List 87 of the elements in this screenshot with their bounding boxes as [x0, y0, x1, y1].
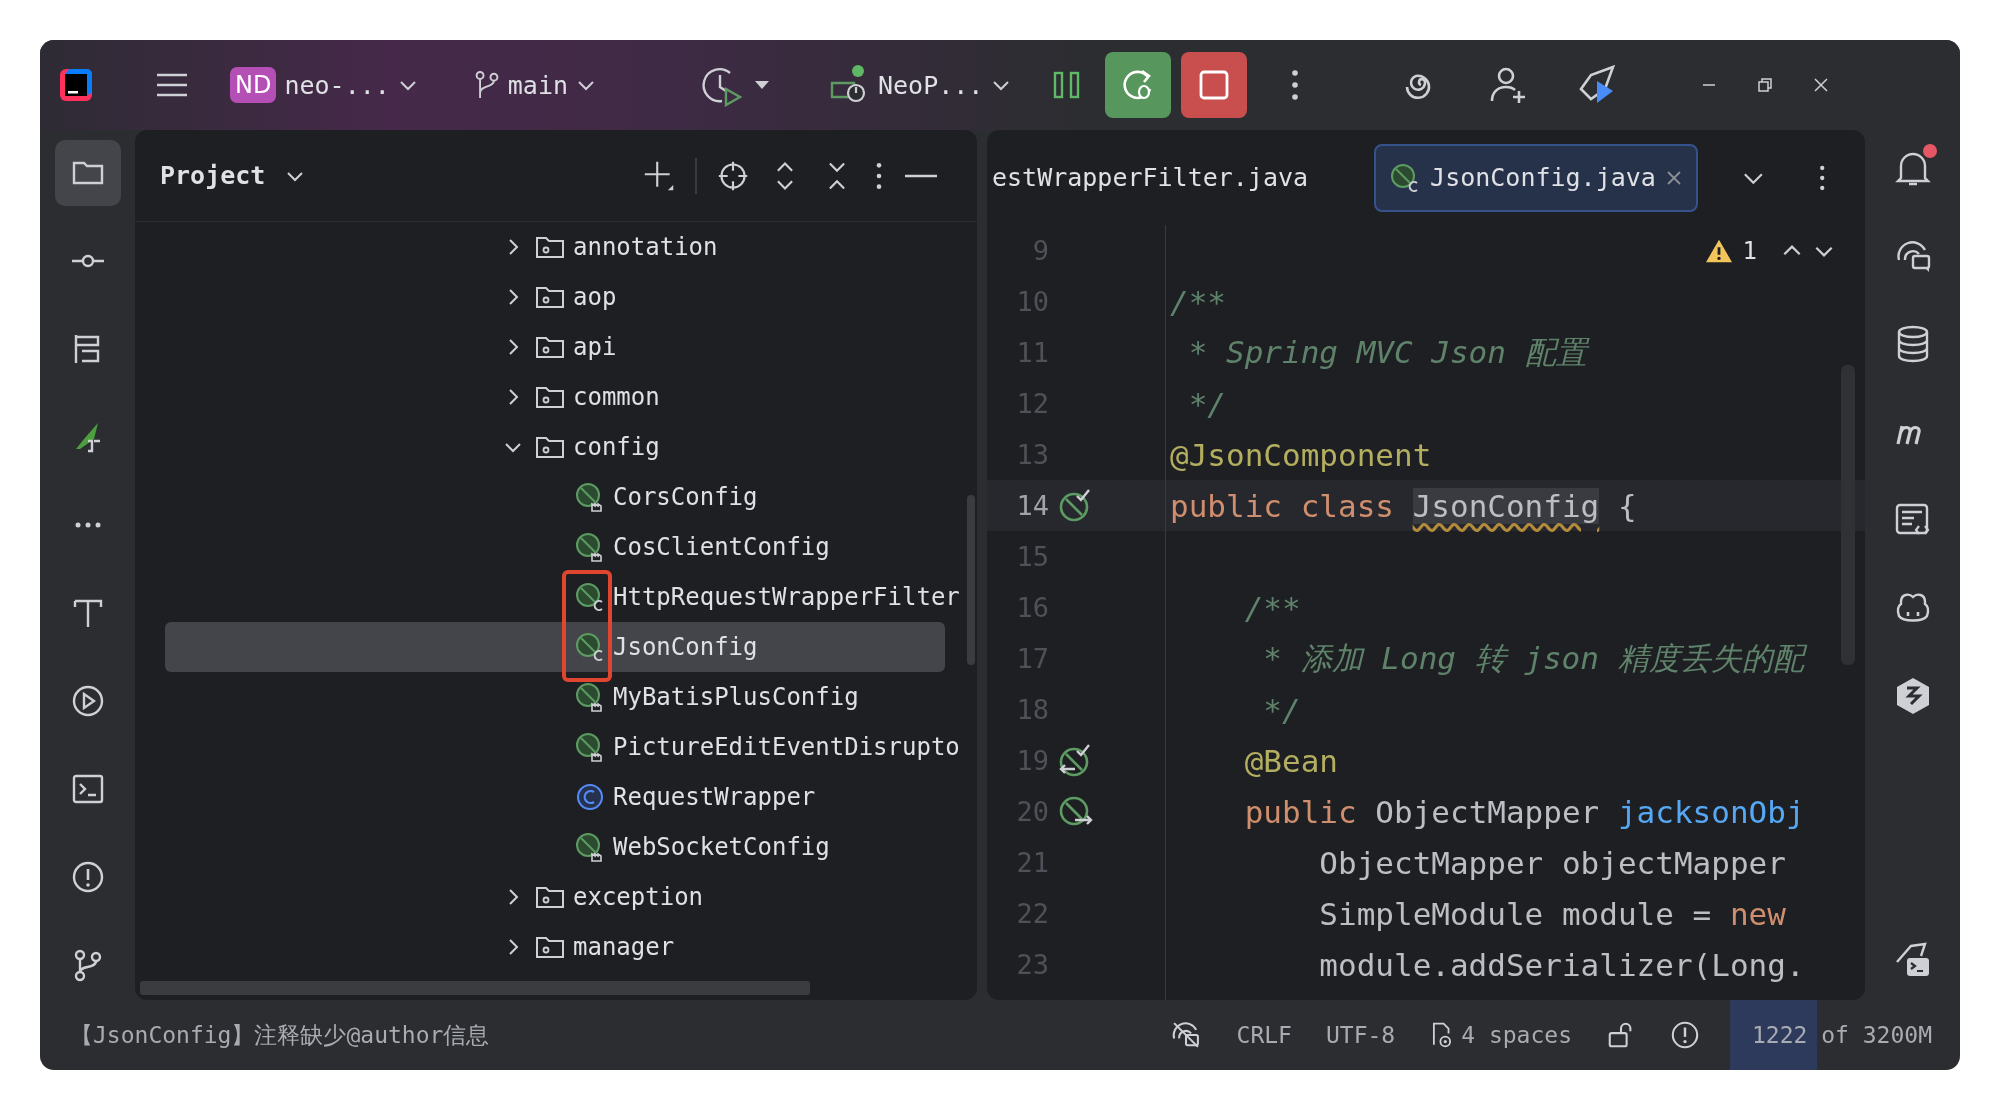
spring-config-icon [575, 832, 605, 862]
close-icon[interactable] [1665, 169, 1682, 186]
indent-widget[interactable]: 4 spaces [1429, 1020, 1572, 1050]
tree-item[interactable]: common [165, 372, 977, 422]
spring-config-icon [575, 482, 605, 512]
tree-item[interactable]: CosClientConfig [165, 522, 977, 572]
folder-icon [535, 934, 565, 960]
tree-item-label: WebSocketConfig [613, 833, 830, 861]
tree-item[interactable]: annotation [165, 222, 977, 272]
tree-item-label: CosClientConfig [613, 533, 830, 561]
code-line: public ObjectMapper jacksonObj [1243, 793, 1805, 830]
tree-item-label: RequestWrapper [613, 783, 816, 811]
folder-icon [535, 284, 565, 310]
tree-item-label: annotation [573, 233, 718, 261]
stop-button[interactable] [1181, 52, 1248, 118]
tree-item[interactable]: HttpRequestWrapperFilter [165, 572, 977, 622]
spring-class-icon [575, 632, 605, 662]
tree-item-label: config [573, 433, 660, 461]
restore-icon[interactable] [1757, 77, 1774, 93]
folder-icon [535, 434, 565, 460]
app-logo-icon[interactable] [58, 67, 94, 103]
tree-item-label: MyBatisPlusConfig [613, 683, 859, 711]
line-number: 14 [1015, 490, 1049, 521]
folder-icon [535, 334, 565, 360]
folder-icon [535, 384, 565, 410]
more-icon [73, 521, 102, 529]
tree-item-label: HttpRequestWrapperFilter [613, 583, 960, 611]
code-line: */ [1262, 691, 1301, 728]
tree-item-label: common [573, 383, 660, 411]
project-name: neo-... [284, 70, 390, 100]
tree-item-label: manager [573, 933, 675, 961]
tree-item-label: api [573, 333, 617, 361]
editor-tab[interactable]: JsonConfig.java [1374, 143, 1698, 212]
run-configuration-selector[interactable]: NeoP... [826, 63, 1012, 107]
folder-icon [535, 884, 565, 910]
add-icon[interactable] [643, 159, 675, 192]
tree-item-label: aop [573, 283, 617, 311]
tree-item[interactable]: manager [165, 922, 977, 972]
memory-indicator[interactable]: 1222 of 3200M [1730, 1000, 1960, 1070]
code-line: module.addSerializer(Long. [1318, 946, 1805, 983]
tree-item[interactable]: MyBatisPlusConfig [165, 672, 977, 722]
editor-tab[interactable]: estWrapperFilter.java [987, 143, 1325, 212]
code-line: /** [1170, 283, 1226, 320]
tool-window-button[interactable] [54, 140, 121, 206]
code-line: */ [1187, 385, 1226, 422]
tree-item[interactable]: RequestWrapper [165, 772, 977, 822]
encoding-widget[interactable]: UTF-8 [1325, 1022, 1396, 1048]
tree-item[interactable]: exception [165, 872, 977, 922]
branch-selector[interactable]: main [473, 70, 596, 100]
code-line: public class JsonConfig { [1170, 487, 1637, 524]
tree-item-label: CorsConfig [613, 483, 758, 511]
line-separator-widget[interactable]: CRLF [1236, 1022, 1292, 1048]
tree-item-label: JsonConfig [613, 633, 758, 661]
code-line: /** [1243, 589, 1301, 626]
tree-item[interactable]: config [165, 422, 977, 472]
debug-button[interactable] [1105, 52, 1172, 118]
code-line: @Bean [1243, 742, 1338, 779]
tree-item-label: exception [573, 883, 704, 911]
project-selector[interactable]: ND neo-... [230, 67, 418, 103]
locate-icon[interactable] [717, 159, 749, 192]
caret-icon [754, 80, 770, 90]
tree-item[interactable]: CorsConfig [165, 472, 977, 522]
tree-item[interactable]: PictureEditEventDisrupto [165, 722, 977, 772]
code-line: SimpleModule module = new [1318, 895, 1786, 932]
info-icon[interactable] [1670, 1020, 1700, 1050]
scrollbar-thumb[interactable] [140, 981, 810, 995]
panel-title[interactable]: Project [160, 161, 266, 190]
tree-item[interactable]: JsonConfig [165, 622, 977, 672]
status-message: 【JsonConfig】注释缺少@author信息 [70, 1020, 490, 1050]
project-avatar: ND [230, 67, 277, 103]
spring-config-icon [575, 732, 605, 762]
class-icon [575, 782, 605, 812]
inspection-widget[interactable]: 1 [1704, 237, 1835, 265]
spring-config-icon [575, 532, 605, 562]
scrollbar-thumb[interactable] [967, 495, 975, 665]
tree-item-label: PictureEditEventDisrupto [613, 733, 960, 761]
tree-item[interactable]: api [165, 322, 977, 372]
warning-icon [1704, 238, 1733, 264]
spring-class-icon [575, 582, 605, 612]
code-line: @JsonComponent [1170, 436, 1432, 473]
folder-icon [535, 234, 565, 260]
branch-icon [473, 70, 500, 100]
close-icon[interactable] [1813, 77, 1830, 93]
tree-item[interactable]: WebSocketConfig [165, 822, 977, 872]
code-line: ObjectMapper objectMapper [1318, 844, 1786, 881]
tree-item[interactable]: aop [165, 272, 977, 322]
spring-config-icon [575, 682, 605, 712]
